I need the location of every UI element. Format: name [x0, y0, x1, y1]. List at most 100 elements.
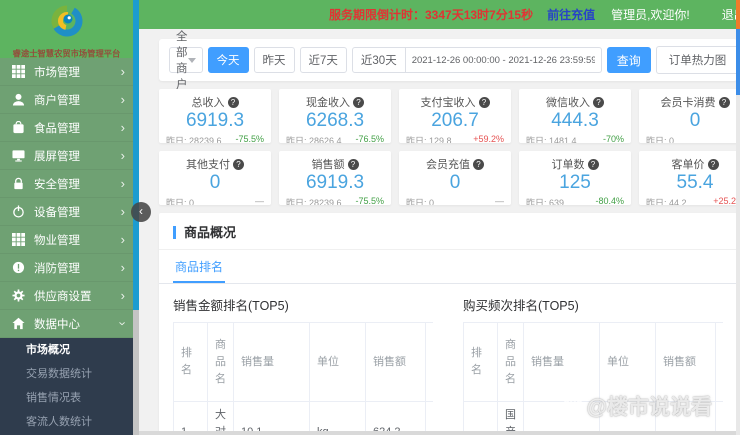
section-title: 商品概况 — [184, 225, 237, 240]
horizontal-scrollbar[interactable] — [139, 431, 736, 435]
sidebar-item-datacenter[interactable]: 数据中心 › — [0, 310, 133, 338]
col-header: 排名 — [463, 321, 498, 403]
chevron-right-icon: › — [120, 176, 125, 191]
order-heatmap-button[interactable]: 订单热力图 — [655, 46, 740, 74]
help-icon[interactable]: ? — [227, 96, 239, 108]
stat-yesterday: 昨日: 129.8 — [406, 135, 452, 143]
merchant-select[interactable]: 全部商户 — [169, 31, 203, 91]
stat-yesterday: 昨日: 28239.6 — [286, 197, 342, 205]
bag-icon — [12, 121, 26, 135]
service-countdown-text: 服务期限倒计时：3347天13时7分15秒 — [329, 8, 534, 22]
scrollbar-thumb[interactable] — [736, 29, 740, 95]
welcome-text: 管理员,欢迎你! — [611, 8, 690, 22]
stat-value: 0 — [689, 110, 701, 131]
submenu-item-visitor-stats[interactable]: 客流人数统计 — [0, 410, 133, 434]
stat-yesterday: 昨日: 28626.4 — [286, 135, 342, 143]
submenu-item-sales-report[interactable]: 销售情况表 — [0, 386, 133, 410]
tab-product-ranking[interactable]: 商品排名 — [173, 250, 226, 283]
sidebar-item-supplier[interactable]: 供应商设置 › — [0, 282, 133, 310]
help-icon[interactable]: ? — [473, 158, 484, 170]
stat-delta: -76.5% — [355, 133, 384, 143]
stat-value: 55.4 — [676, 172, 714, 193]
range-30days-button[interactable]: 近30天 — [351, 47, 406, 73]
stat-delta: +59.2% — [473, 133, 504, 143]
menu-label: 消防管理 — [34, 262, 80, 275]
lock-icon — [12, 177, 26, 191]
range-7days-button[interactable]: 近7天 — [299, 47, 347, 73]
sidebar-item-property[interactable]: 物业管理 › — [0, 226, 133, 254]
logout-button[interactable]: 退出登录 — [706, 6, 740, 23]
sidebar-item-screen[interactable]: 展屏管理 › — [0, 142, 133, 170]
ranking-tables: 销售金额排名(TOP5) 排名 商品名 销售量 单位 销售额 购买频次 1 大对… — [159, 284, 737, 435]
help-icon[interactable]: ? — [347, 158, 359, 170]
stat-card-alipay-income: 支付宝收入? 206.7 昨日: 129.8 +59.2% — [399, 89, 511, 143]
stat-label: 现金收入 — [306, 97, 350, 109]
stat-value: 6919.3 — [185, 110, 245, 131]
stat-value: 206.7 — [431, 110, 479, 131]
stats-row-2: 其他支付? 0 昨日: 0 — 销售额? 6919.3 昨日: 28239.6 -7… — [159, 151, 740, 205]
sidebar-item-food[interactable]: 食品管理 › — [0, 114, 133, 142]
stat-card-sales-amount: 销售额? 6919.3 昨日: 28239.6 -75.5% — [279, 151, 391, 205]
search-button[interactable]: 查询 — [606, 47, 651, 73]
stat-delta: -80.4% — [595, 195, 624, 205]
stat-value: 6268.3 — [305, 110, 365, 131]
col-header: 购买频次 — [425, 321, 433, 403]
stat-card-other-payment: 其他支付? 0 昨日: 0 — — [159, 151, 271, 205]
chevron-down-icon: › — [115, 321, 131, 326]
user-icon — [12, 93, 26, 107]
help-icon[interactable]: ? — [233, 158, 244, 170]
stat-label: 客单价 — [671, 159, 705, 171]
grid-icon — [12, 65, 26, 79]
menu-label: 市场管理 — [34, 66, 80, 79]
stat-label: 会员卡消费 — [660, 97, 716, 109]
stat-delta: — — [255, 195, 264, 205]
purchase-frequency-table: 排名 商品名 销售量 单位 销售额 购买频次 1 国产水果 121.1 斤 14… — [463, 321, 723, 435]
page-scrollbar[interactable] — [736, 0, 740, 435]
table-title: 销售金额排名(TOP5) — [173, 299, 289, 313]
help-icon[interactable]: ? — [593, 96, 604, 108]
stat-yesterday: 昨日: 0 — [406, 197, 435, 205]
stat-label: 会员充值 — [426, 159, 470, 171]
submenu-item-market-overview[interactable]: 市场概况 — [0, 338, 133, 362]
cell: 1 — [463, 401, 498, 435]
chevron-right-icon: › — [120, 288, 125, 303]
help-icon[interactable]: ? — [353, 96, 364, 108]
stat-card-total-income: 总收入? 6919.3 昨日: 28239.6 -75.5% — [159, 89, 271, 143]
cell: kg — [309, 401, 366, 435]
gear-icon — [12, 289, 26, 303]
help-icon[interactable]: ? — [718, 96, 730, 108]
menu-label: 设备管理 — [34, 206, 80, 219]
range-yesterday-button[interactable]: 昨天 — [253, 47, 295, 73]
sidebar-item-security[interactable]: 安全管理 › — [0, 170, 133, 198]
sidebar-item-device[interactable]: 设备管理 › — [0, 198, 133, 226]
cell: 10.1 — [233, 401, 310, 435]
col-header: 商品名 — [497, 321, 524, 403]
range-today-button[interactable]: 今天 — [207, 47, 249, 73]
submenu-item-transaction-stats[interactable]: 交易数据统计 — [0, 362, 133, 386]
stat-card-cash-income: 现金收入? 6268.3 昨日: 28626.4 -76.5% — [279, 89, 391, 143]
stat-card-avg-order-value: 客单价? 55.4 昨日: 44.2+25.2% — [639, 151, 740, 205]
col-header: 单位 — [599, 321, 656, 403]
stat-yesterday: 昨日: 44.2 — [646, 197, 687, 205]
section-marker — [173, 226, 176, 239]
sidebar-collapse-button[interactable]: ‹ — [131, 202, 151, 222]
chevron-down-icon — [187, 57, 196, 63]
table-title: 购买频次排名(TOP5) — [463, 299, 579, 313]
help-icon[interactable]: ? — [707, 158, 719, 170]
stat-delta: -70% — [602, 133, 624, 143]
sales-amount-table: 排名 商品名 销售量 单位 销售额 购买频次 1 大对虾 10.1 kg 624… — [173, 321, 433, 435]
scrollbar-thumb[interactable] — [133, 0, 139, 310]
help-icon[interactable]: ? — [587, 158, 599, 170]
cell: 624.2 — [365, 401, 426, 435]
stat-yesterday: 昨日: 1481.4 — [526, 135, 577, 143]
stat-card-order-count: 订单数? 125 昨日: 639 -80.4% — [519, 151, 631, 205]
recharge-link[interactable]: 前往充值 — [547, 6, 595, 23]
sidebar-item-market[interactable]: 市场管理 › — [0, 58, 133, 86]
sidebar-item-fire[interactable]: 消防管理 › — [0, 254, 133, 282]
date-range-input[interactable] — [405, 47, 602, 73]
monitor-icon — [12, 149, 26, 163]
stat-label: 支付宝收入 — [420, 97, 476, 109]
help-icon[interactable]: ? — [478, 96, 490, 108]
cell: 1 — [173, 401, 208, 435]
sidebar-item-merchant[interactable]: 商户管理 › — [0, 86, 133, 114]
